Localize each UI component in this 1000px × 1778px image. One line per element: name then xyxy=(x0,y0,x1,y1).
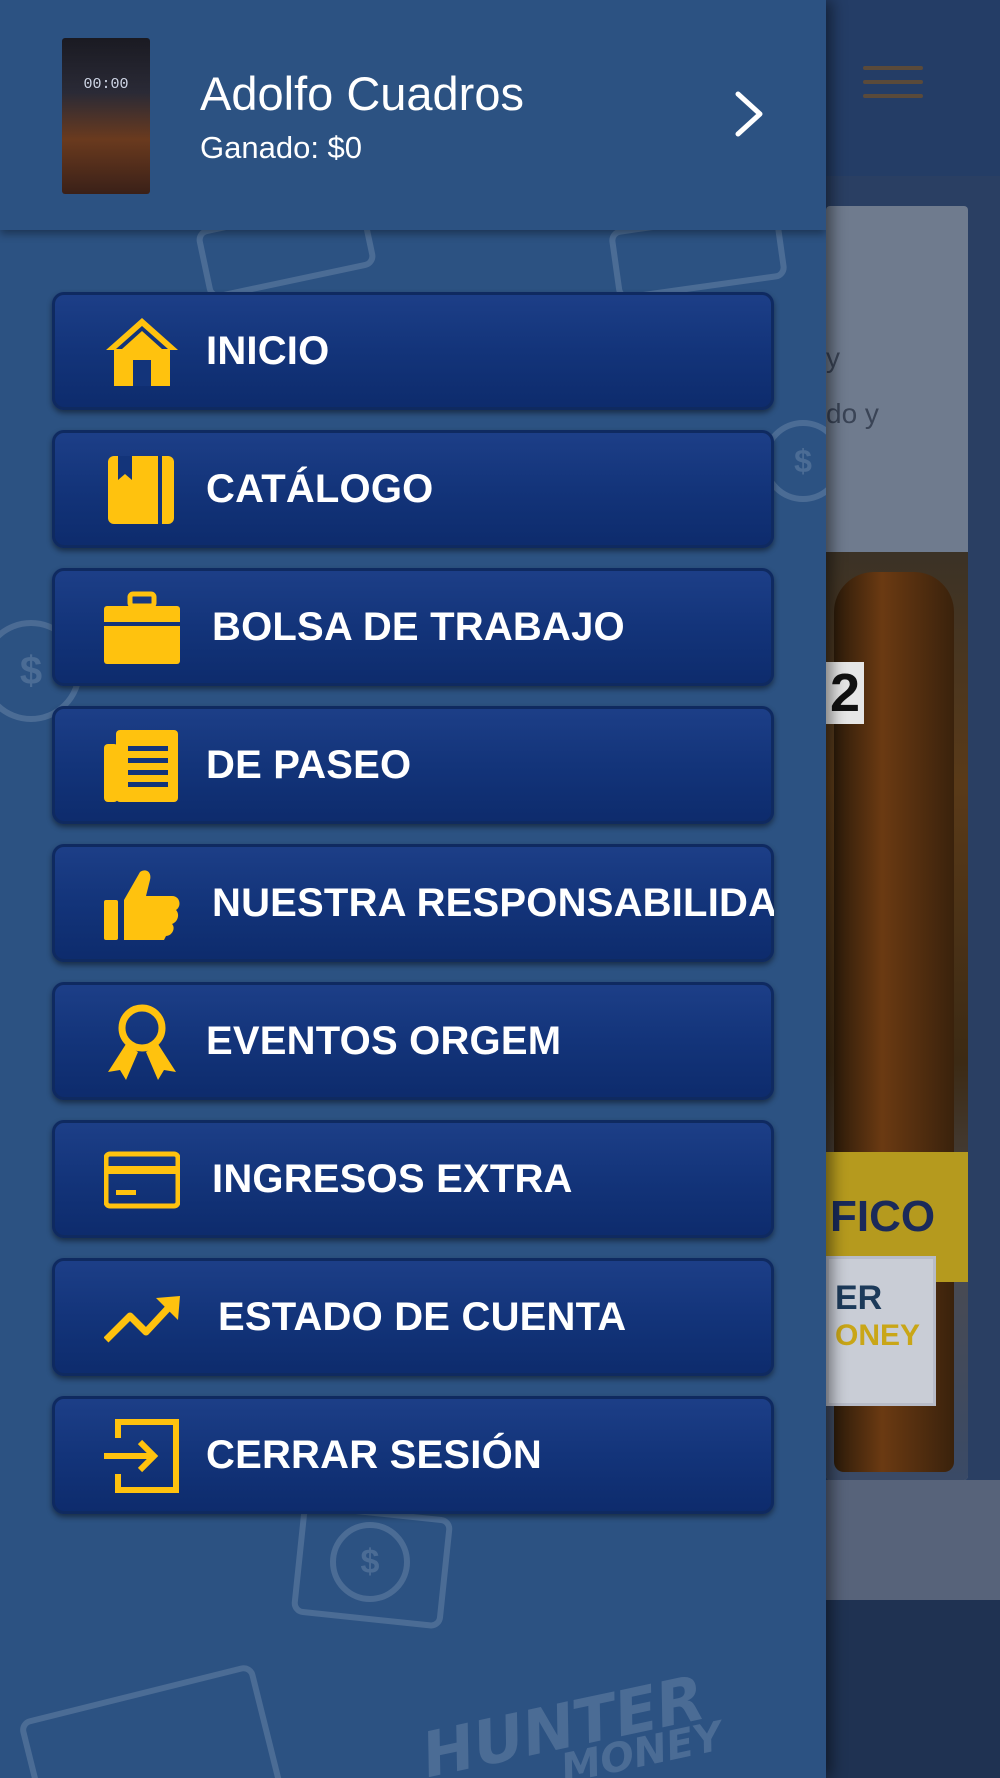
menu-item-label: EVENTOS ORGEM xyxy=(206,1019,562,1063)
award-icon xyxy=(108,1004,176,1080)
drawer-menu: INICIO CATÁLOGO BOLSA DE TRABAJO DE PASE… xyxy=(52,292,774,1534)
menu-item-label: BOLSA DE TRABAJO xyxy=(212,605,625,649)
menu-item-label: ESTADO DE CUENTA xyxy=(218,1295,627,1339)
menu-item-label: CATÁLOGO xyxy=(206,467,434,511)
card-text: y do y xyxy=(826,330,968,442)
newspaper-icon xyxy=(104,730,178,802)
menu-item-inicio[interactable]: INICIO xyxy=(52,292,774,410)
content-area-lower xyxy=(826,1480,1000,1600)
logo-text-1: ER xyxy=(835,1279,883,1317)
menu-item-label: INICIO xyxy=(206,329,330,373)
menu-item-label: DE PASEO xyxy=(206,743,412,787)
avatar-clock-text: 00:00 xyxy=(83,76,129,93)
bill-watermark-icon xyxy=(17,1662,285,1778)
credit-card-icon xyxy=(104,1151,180,1209)
card-text-line-2: do y xyxy=(826,398,879,429)
dollar-coin-watermark-icon: $ xyxy=(330,1522,410,1602)
menu-item-label: CERRAR SESIÓN xyxy=(206,1433,542,1477)
avatar: 00:00 xyxy=(62,38,150,194)
thumbs-up-icon xyxy=(104,870,180,940)
hamburger-menu-icon[interactable] xyxy=(863,66,923,106)
sign-out-icon xyxy=(104,1419,179,1493)
menu-item-label: NUESTRA RESPONSABILIDA xyxy=(212,881,774,925)
book-icon xyxy=(108,456,174,524)
home-icon xyxy=(106,318,178,386)
app-bottom-bar xyxy=(826,1600,1000,1778)
briefcase-icon xyxy=(104,591,180,664)
card-text-line-1: y xyxy=(826,342,840,373)
logo-text-2: ONEY xyxy=(835,1319,921,1352)
menu-item-catalogo[interactable]: CATÁLOGO xyxy=(52,430,774,548)
menu-item-nuestra-responsabilidad[interactable]: NUESTRA RESPONSABILIDA xyxy=(52,844,774,962)
menu-item-cerrar-sesion[interactable]: CERRAR SESIÓN xyxy=(52,1396,774,1514)
menu-item-ingresos-extra[interactable]: INGRESOS EXTRA xyxy=(52,1120,774,1238)
photo-number: 2 xyxy=(826,662,865,724)
user-name: Adolfo Cuadros xyxy=(200,67,524,120)
menu-item-de-paseo[interactable]: DE PASEO xyxy=(52,706,774,824)
user-earned: Ganado: $0 xyxy=(200,130,363,165)
menu-item-estado-de-cuenta[interactable]: ESTADO DE CUENTA xyxy=(52,1258,774,1376)
menu-item-eventos-orgem[interactable]: EVENTOS ORGEM xyxy=(52,982,774,1100)
trending-up-icon xyxy=(104,1296,180,1343)
navigation-drawer: $ $ $ HUNTER MONEY 00:00 Adolfo Cuadros … xyxy=(0,0,826,1778)
chevron-right-icon[interactable] xyxy=(728,88,772,140)
drawer-header[interactable]: 00:00 Adolfo Cuadros Ganado: $0 xyxy=(0,0,826,230)
bottle-label-text: FICO xyxy=(830,1192,936,1241)
logo-box: ER ONEY xyxy=(826,1256,936,1406)
menu-item-label: INGRESOS EXTRA xyxy=(212,1157,573,1201)
menu-item-bolsa-de-trabajo[interactable]: BOLSA DE TRABAJO xyxy=(52,568,774,686)
